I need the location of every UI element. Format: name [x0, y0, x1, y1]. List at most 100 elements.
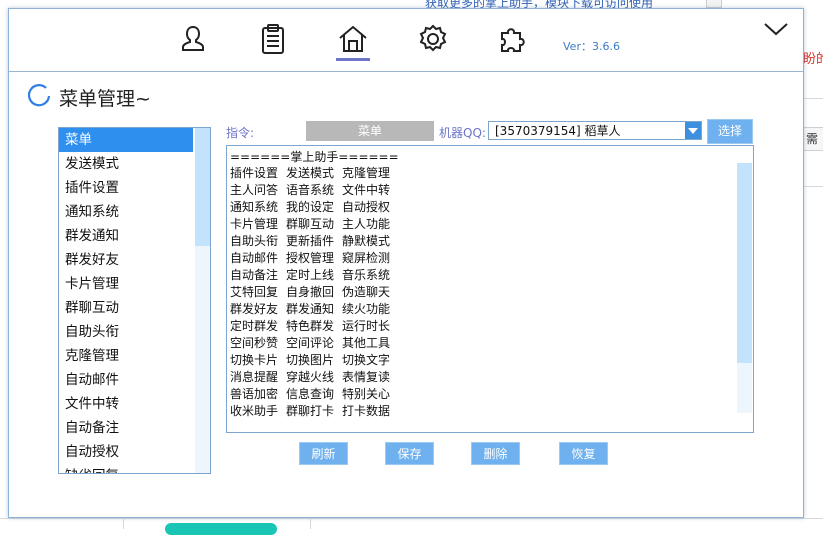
settings-icon[interactable]: [415, 21, 451, 57]
content-title: ======掌上助手======: [230, 150, 399, 164]
robot-qq-label: 机器QQ:: [439, 126, 486, 140]
menu-item[interactable]: 卡片管理: [59, 272, 193, 296]
home-icon[interactable]: [335, 21, 371, 57]
command-text: 切换文字: [342, 353, 391, 367]
command-text: 群发好友: [230, 302, 279, 316]
chevron-down-icon[interactable]: [685, 122, 701, 139]
command-text: 运行时长: [342, 319, 391, 333]
command-text: 伪造聊天: [342, 285, 391, 299]
menu-item[interactable]: 克隆管理: [59, 344, 193, 368]
command-row: 群发好友 群发通知 续火功能: [230, 301, 398, 318]
command-row: 消息提醒 穿越火线 表情复读: [230, 369, 398, 386]
loading-circle-icon: [26, 83, 52, 109]
collapse-chevron-icon[interactable]: [761, 19, 791, 39]
menu-item[interactable]: 自动授权: [59, 440, 193, 464]
background-pill: [165, 523, 277, 535]
background-side-box: 需: [803, 127, 823, 151]
background-red-text: 盼的: [803, 52, 823, 67]
choose-button[interactable]: 选择: [707, 119, 753, 144]
command-text: 音乐系统: [342, 268, 391, 282]
menu-item[interactable]: 自助头衔: [59, 320, 193, 344]
command-text: 表情复读: [342, 370, 391, 384]
toolbar: Ver：3.6.6: [9, 9, 803, 71]
command-text: 兽语加密: [230, 387, 279, 401]
background-line: [123, 518, 124, 529]
command-text: 空间评论: [286, 336, 335, 350]
robot-qq-value: [3570379154] 稻草人: [495, 124, 621, 138]
menu-item[interactable]: 自动邮件: [59, 368, 193, 392]
toolbar-divider: [9, 71, 803, 72]
command-grid: 插件设置 发送模式 克隆管理 主人问答 语音系统 文件中转 通知系统 我的设定 自动授权 卡…: [230, 165, 398, 420]
plugin-icon[interactable]: [495, 21, 531, 57]
command-text: 自身撤回: [286, 285, 335, 299]
command-text: 切换卡片: [230, 353, 279, 367]
command-text: 自动邮件: [230, 251, 279, 265]
version-label: Ver：3.6.6: [563, 40, 620, 53]
command-text: 静默模式: [342, 234, 391, 248]
content-scrollbar-thumb[interactable]: [737, 163, 752, 363]
command-text: 文件中转: [342, 183, 391, 197]
delete-button[interactable]: 删除: [471, 442, 520, 465]
command-text: 主人功能: [342, 217, 391, 231]
command-text: 群聊互动: [286, 217, 335, 231]
command-row: 空间秒赞 空间评论 其他工具: [230, 335, 398, 352]
main-window: Ver：3.6.6 菜单管理~ 菜单 发送模式 插件设置 通知系统 群发通知 群…: [8, 8, 804, 518]
menu-item[interactable]: 插件设置: [59, 176, 193, 200]
command-text: 穿越火线: [286, 370, 335, 384]
clipboard-icon[interactable]: [255, 21, 291, 57]
command-text: 语音系统: [286, 183, 335, 197]
menu-item[interactable]: 文件中转: [59, 392, 193, 416]
refresh-button[interactable]: 刷新: [299, 442, 348, 465]
menu-scrollbar-thumb[interactable]: [195, 128, 210, 246]
background-line: [803, 98, 823, 99]
command-text: 自动授权: [342, 200, 391, 214]
restore-button[interactable]: 恢复: [559, 442, 608, 465]
command-text: 切换图片: [286, 353, 335, 367]
command-text: 卡片管理: [230, 217, 279, 231]
command-row: 艾特回复 自身撤回 伪造聊天: [230, 284, 398, 301]
command-text: 特色群发: [286, 319, 335, 333]
command-row: 切换卡片 切换图片 切换文字: [230, 352, 398, 369]
command-text: 自助头衔: [230, 234, 279, 248]
menu-item[interactable]: 菜单: [59, 128, 193, 152]
command-text: 克隆管理: [342, 166, 391, 180]
command-text: 发送模式: [286, 166, 335, 180]
command-input[interactable]: 菜单: [306, 121, 434, 141]
command-text: 收米助手: [230, 404, 279, 418]
command-row: 兽语加密 信息查询 特别关心: [230, 386, 398, 403]
command-label: 指令:: [226, 126, 255, 140]
command-text: 空间秒赞: [230, 336, 279, 350]
menu-item[interactable]: 群聊互动: [59, 296, 193, 320]
menu-item[interactable]: 群发好友: [59, 248, 193, 272]
command-row: 通知系统 我的设定 自动授权: [230, 199, 398, 216]
command-row: 收米助手 群聊打卡 打卡数据: [230, 403, 398, 420]
command-text: 其他工具: [342, 336, 391, 350]
command-text: 主人问答: [230, 183, 279, 197]
command-row: 卡片管理 群聊互动 主人功能: [230, 216, 398, 233]
menu-item[interactable]: 群发通知: [59, 224, 193, 248]
command-text: 艾特回复: [230, 285, 279, 299]
command-text: 自动备注: [230, 268, 279, 282]
menu-item[interactable]: 发送模式: [59, 152, 193, 176]
command-text: 我的设定: [286, 200, 335, 214]
robot-qq-select[interactable]: [3570379154] 稻草人: [488, 121, 702, 140]
command-row: 自助头衔 更新插件 静默模式: [230, 233, 398, 250]
background-line: [310, 518, 311, 529]
command-row: 插件设置 发送模式 克隆管理: [230, 165, 398, 182]
menu-item[interactable]: 通知系统: [59, 200, 193, 224]
save-button[interactable]: 保存: [385, 442, 434, 465]
command-text: 定时群发: [230, 319, 279, 333]
command-row: 主人问答 语音系统 文件中转: [230, 182, 398, 199]
menu-item[interactable]: 自动备注: [59, 416, 193, 440]
active-tab-indicator: [336, 58, 370, 61]
menu-item[interactable]: 缺省回复: [59, 464, 193, 473]
menu-content-editor[interactable]: ======掌上助手====== 插件设置 发送模式 克隆管理 主人问答 语音系统 文件…: [226, 145, 754, 433]
command-text: 群聊打卡: [286, 404, 335, 418]
user-icon[interactable]: [175, 21, 211, 57]
command-row: 自动邮件 授权管理 窥屏检测: [230, 250, 398, 267]
command-text: 通知系统: [230, 200, 279, 214]
menu-list[interactable]: 菜单 发送模式 插件设置 通知系统 群发通知 群发好友 卡片管理 群聊互动 自助…: [58, 127, 211, 474]
command-row: 自动备注 定时上线 音乐系统: [230, 267, 398, 284]
command-text: 消息提醒: [230, 370, 279, 384]
command-text: 打卡数据: [342, 404, 391, 418]
